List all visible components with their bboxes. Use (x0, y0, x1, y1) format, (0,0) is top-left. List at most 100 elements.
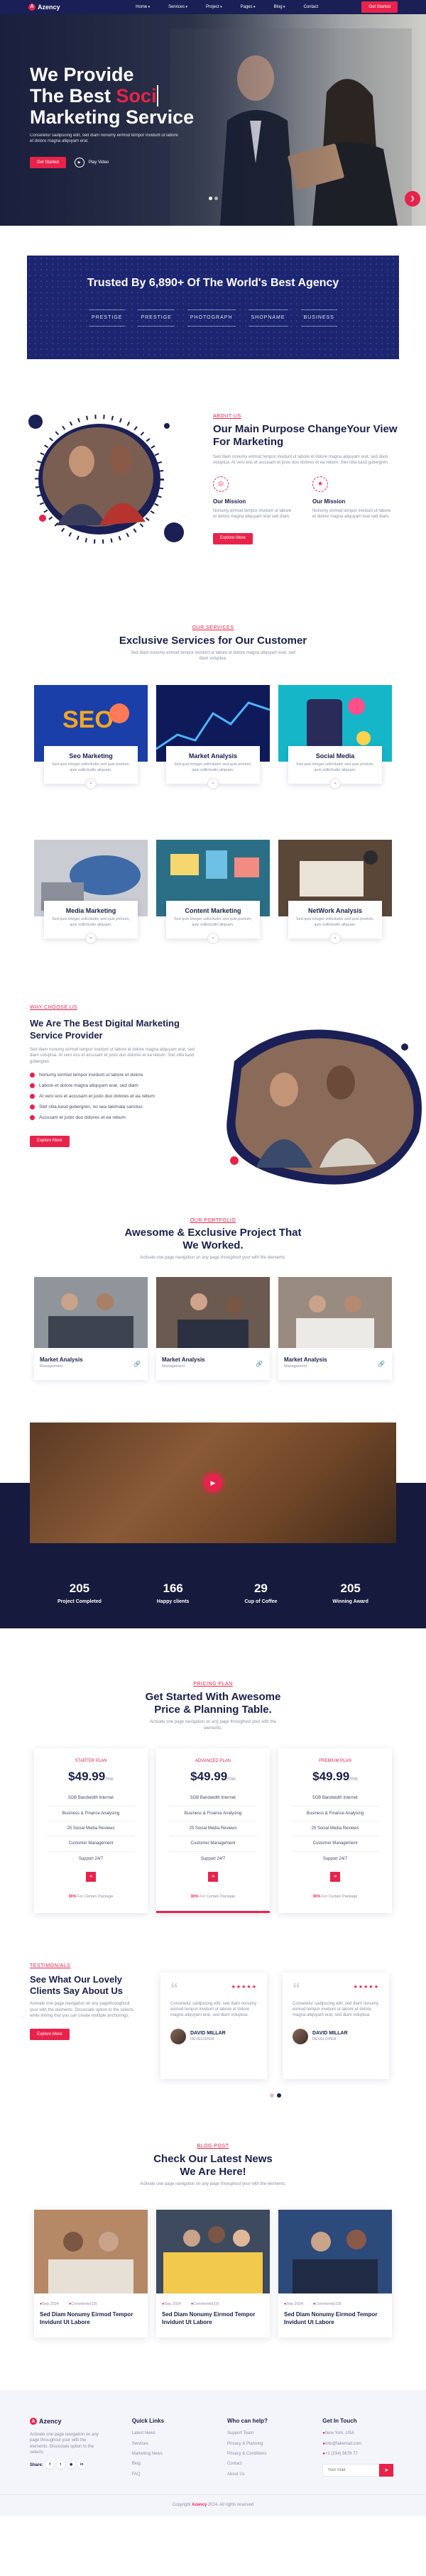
link-icon[interactable]: 🔗 (256, 1360, 263, 1368)
twitter-icon[interactable]: t (56, 2461, 65, 2470)
service-card[interactable]: Market Analysis Sed quis integer sollicit… (155, 684, 271, 810)
nav-pages[interactable]: Pages (241, 4, 256, 10)
nav-contact[interactable]: Contact (303, 4, 318, 10)
footer-link[interactable]: Blog (132, 2461, 199, 2467)
link-icon[interactable]: 🔗 (378, 1360, 385, 1368)
chevron-down-icon[interactable]: ⌄ (329, 932, 341, 944)
play-video-button[interactable]: ▶ Play Video (74, 158, 109, 168)
why-list: Nonumy eirmod tempor invidunt ut labore … (30, 1072, 200, 1121)
hero-section: We Provide The Best Soci Marketing Servi… (0, 14, 426, 226)
nav-services[interactable]: Services (168, 4, 187, 10)
nav-home[interactable]: Home (136, 4, 150, 10)
about-section: ABOUT US Our Main Purpose ChangeYour Vie… (0, 362, 426, 596)
footer-link[interactable]: FAQ (132, 2472, 199, 2477)
service-text: Sed quis integer sollicitudin sed quis p… (51, 762, 131, 772)
service-card[interactable]: Content Marketing Sed quis integer sollic… (156, 839, 270, 965)
list-item: Support 24/7 (322, 1856, 348, 1861)
hero-slider-dots[interactable] (209, 197, 218, 200)
vision-card: ★ Our Mission Nonumy eirmod tempor invid… (312, 476, 395, 520)
footer-quick-links: Quick Links Latest News Services Marketi… (132, 2417, 199, 2482)
link-icon[interactable]: 🔗 (133, 1360, 141, 1368)
price-card: STARTER PLAN $49.99/mo 5GB Bandwidth Int… (34, 1748, 148, 1913)
about-explore-button[interactable]: Explore More (213, 532, 253, 544)
contact-address: New York, USA (322, 2430, 396, 2436)
send-icon[interactable]: ➤ (379, 2464, 394, 2477)
logo-text: Azency (38, 3, 60, 11)
service-name: Social Media (315, 752, 355, 760)
select-plan-button[interactable]: ➜ (208, 1872, 218, 1882)
blog-sub: Activate one page navigation on any page… (140, 2181, 286, 2186)
email-field[interactable] (322, 2464, 380, 2477)
video-thumbnail[interactable]: ▶ (30, 1423, 396, 1544)
testimonials-explore-button[interactable]: Explore More (30, 2029, 70, 2041)
hero-next-arrow-icon[interactable]: ❯ (405, 191, 420, 207)
nav-project[interactable]: Project (206, 4, 222, 10)
facebook-icon[interactable]: f (45, 2461, 54, 2470)
footer-link[interactable]: Support Team (227, 2430, 294, 2436)
select-plan-button[interactable]: ➜ (330, 1872, 340, 1882)
portfolio-card[interactable]: Market Analysis Management 🔗 (278, 1276, 392, 1381)
plan-price: $49.99/mo (190, 1770, 236, 1784)
price-note: 30% For Certain Package (190, 1895, 236, 1900)
footer-link[interactable]: Contact (227, 2461, 294, 2467)
footer-link[interactable]: About Us (227, 2472, 294, 2477)
services-title: Exclusive Services for Our Customer (119, 634, 307, 647)
nav-blog[interactable]: Blog (274, 4, 285, 10)
contact-email[interactable]: info@fakemail.com (322, 2441, 396, 2447)
testimonial-card: “ ★★★★★ Consetetur sadipscing elitr, sed… (283, 1972, 389, 2079)
footer-heading: Who can help? (227, 2418, 268, 2425)
blog-meta: Sep 2024Comments(10) (278, 2296, 392, 2308)
logo-icon: A (30, 2418, 37, 2426)
blog-post-title[interactable]: Sed Diam Nonumy Eirmod Tempor Invidunt U… (278, 2307, 392, 2327)
pricing-eyebrow: PRICING PLAN (193, 1682, 233, 1687)
chevron-down-icon[interactable]: ⌄ (207, 777, 219, 789)
services-sub: Sed diam nonumy eirmod tempor invidunt u… (131, 650, 295, 662)
brand-logo: PHOTOGRAPH (187, 309, 236, 327)
get-started-button[interactable]: Get Started (361, 1, 398, 13)
footer-link[interactable]: Privacy & Conditions (227, 2451, 294, 2457)
hero-get-started-button[interactable]: Get Started (30, 157, 66, 169)
chevron-down-icon[interactable]: ⌄ (85, 777, 97, 789)
chevron-down-icon[interactable]: ⌄ (329, 777, 341, 789)
footer-link[interactable]: Latest News (132, 2430, 199, 2436)
portfolio-card[interactable]: Market Analysis Management 🔗 (156, 1276, 270, 1381)
play-icon[interactable]: ▶ (204, 1474, 222, 1493)
pricing-sub: Activate one page navigation on any page… (150, 1720, 276, 1731)
stat-item: 166 Happy clients (156, 1582, 190, 1605)
linkedin-icon[interactable]: in (77, 2461, 86, 2470)
pricing-title: Get Started With Awesome Price & Planning… (145, 1691, 281, 1716)
footer-link[interactable]: Privacy & Planning (227, 2441, 294, 2447)
brand-logo: SHOPNAME (248, 309, 288, 327)
footer-link[interactable]: Marketing News (132, 2451, 199, 2457)
blog-title: Check Our Latest News We Are Here! (153, 2152, 273, 2178)
blog-card[interactable]: Sep 2024Comments(10) Sed Diam Nonumy Eir… (34, 2210, 148, 2338)
blog-card[interactable]: Sep 2024Comments(10) Sed Diam Nonumy Eir… (156, 2210, 270, 2338)
select-plan-button[interactable]: ➜ (86, 1872, 96, 1882)
chevron-down-icon[interactable]: ⌄ (85, 932, 97, 944)
service-name: Seo Marketing (69, 752, 113, 760)
service-card[interactable]: NetWork Analysis Sed quis integer sollici… (278, 839, 392, 965)
logo[interactable]: A Azency (28, 3, 92, 12)
stat-item: 29 Cup of Coffee (244, 1582, 278, 1605)
footer-logo[interactable]: A Azency (30, 2417, 94, 2426)
contact-phone[interactable]: +1 (234) 5678 77 (322, 2451, 396, 2457)
site-footer: A Azency Activate one page navigation on… (0, 2390, 426, 2517)
instagram-icon[interactable]: ◉ (67, 2461, 75, 2470)
footer-link[interactable]: Services (132, 2441, 199, 2447)
why-desc: Sed diam nonumy eirmod tempor invidunt u… (30, 1047, 195, 1064)
chevron-down-icon[interactable]: ⌄ (207, 932, 219, 944)
blog-meta: Sep 2024Comments(10) (156, 2296, 270, 2308)
testimonial-slider-dots[interactable] (270, 2093, 281, 2098)
portfolio-card[interactable]: Market Analysis Management 🔗 (34, 1276, 148, 1381)
blog-post-title[interactable]: Sed Diam Nonumy Eirmod Tempor Invidunt U… (156, 2307, 270, 2327)
service-card[interactable]: Media Marketing Sed quis integer sollicit… (34, 839, 148, 965)
why-explore-button[interactable]: Explore More (30, 1135, 70, 1147)
blog-post-title[interactable]: Sed Diam Nonumy Eirmod Tempor Invidunt U… (34, 2307, 148, 2327)
blog-card[interactable]: Sep 2024Comments(10) Sed Diam Nonumy Eir… (278, 2210, 392, 2338)
service-card[interactable]: SEO Seo Marketing Sed quis integer sollic… (34, 684, 148, 810)
service-card[interactable]: Social Media Sed quis integer sollicitudi… (278, 684, 392, 810)
portfolio-eyebrow: OUR PORTFOLIO (190, 1217, 236, 1223)
footer-heading: Quick Links (131, 2418, 165, 2425)
footer-desc: Activate one page navigation on any page… (30, 2432, 99, 2455)
blog-meta: Sep 2024Comments(10) (34, 2296, 148, 2308)
